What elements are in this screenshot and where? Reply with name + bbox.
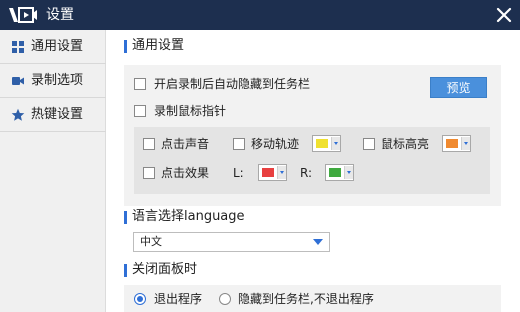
move-track-checkbox[interactable] — [233, 138, 245, 150]
grid-squares-icon — [12, 41, 24, 53]
color-swatch — [446, 139, 458, 148]
auto-hide-label: 开启录制后自动隐藏到任务栏 — [154, 77, 311, 91]
section-accent-bar — [124, 211, 127, 224]
preview-button[interactable]: 预览 — [430, 77, 487, 98]
close-icon[interactable] — [494, 5, 514, 25]
dropdown-arrow-icon — [344, 166, 353, 179]
star-icon — [11, 108, 25, 121]
general-options-panel: 开启录制后自动隐藏到任务栏 预览 录制鼠标指针 点击声音 移动轨迹 鼠标高亮 点… — [124, 65, 501, 206]
language-select[interactable]: 中文 — [133, 232, 330, 252]
mouse-highlight-color-picker[interactable] — [442, 135, 471, 152]
auto-hide-checkbox[interactable] — [134, 78, 146, 90]
right-click-label: R: — [300, 166, 313, 180]
color-swatch — [262, 168, 274, 177]
sidebar-item-label: 录制选项 — [31, 73, 84, 88]
sidebar: 通用设置 录制选项 热键设置 — [0, 30, 106, 312]
cursor-options-panel: 点击声音 移动轨迹 鼠标高亮 点击效果 L: R: — [134, 127, 490, 194]
dropdown-arrow-icon — [277, 166, 286, 179]
color-swatch — [316, 139, 328, 148]
click-effect-checkbox[interactable] — [143, 167, 155, 179]
section-accent-bar — [124, 40, 127, 53]
sidebar-item-general[interactable]: 通用设置 — [0, 30, 106, 64]
exit-program-label: 退出程序 — [154, 292, 203, 306]
move-track-color-picker[interactable] — [312, 135, 341, 152]
record-cursor-checkbox[interactable] — [134, 105, 146, 117]
hide-to-taskbar-radio[interactable] — [219, 293, 231, 305]
dropdown-arrow-icon — [331, 137, 340, 150]
title-bar: 设置 — [0, 0, 520, 30]
left-click-label: L: — [233, 166, 244, 180]
record-cursor-label: 录制鼠标指针 — [154, 104, 227, 118]
exit-program-radio[interactable] — [134, 293, 146, 305]
right-click-color-picker[interactable] — [325, 164, 354, 181]
hide-to-taskbar-label: 隐藏到任务栏,不退出程序 — [238, 292, 374, 306]
sidebar-item-recording[interactable]: 录制选项 — [0, 64, 106, 98]
left-click-color-picker[interactable] — [258, 164, 287, 181]
language-section-title: 语言选择language — [132, 209, 245, 224]
general-section-title: 通用设置 — [132, 38, 185, 53]
mouse-highlight-label: 鼠标高亮 — [381, 137, 430, 151]
dropdown-arrow-icon — [461, 137, 470, 150]
video-camera-icon — [12, 77, 24, 85]
click-effect-label: 点击效果 — [161, 166, 210, 180]
close-panel-section-title: 关闭面板时 — [132, 262, 198, 277]
sidebar-item-label: 通用设置 — [31, 39, 84, 54]
window-title: 设置 — [46, 7, 74, 23]
move-track-label: 移动轨迹 — [251, 137, 300, 151]
color-swatch — [329, 168, 341, 177]
close-panel-options: 退出程序 隐藏到任务栏,不退出程序 — [124, 285, 501, 312]
click-sound-label: 点击声音 — [161, 137, 210, 151]
chevron-down-icon — [313, 239, 323, 245]
video-recorder-logo-icon — [9, 7, 37, 23]
language-selected-value: 中文 — [140, 235, 162, 248]
section-accent-bar — [124, 264, 127, 277]
mouse-highlight-checkbox[interactable] — [363, 138, 375, 150]
click-sound-checkbox[interactable] — [143, 138, 155, 150]
sidebar-item-label: 热键设置 — [31, 107, 84, 122]
sidebar-item-hotkeys[interactable]: 热键设置 — [0, 98, 106, 132]
